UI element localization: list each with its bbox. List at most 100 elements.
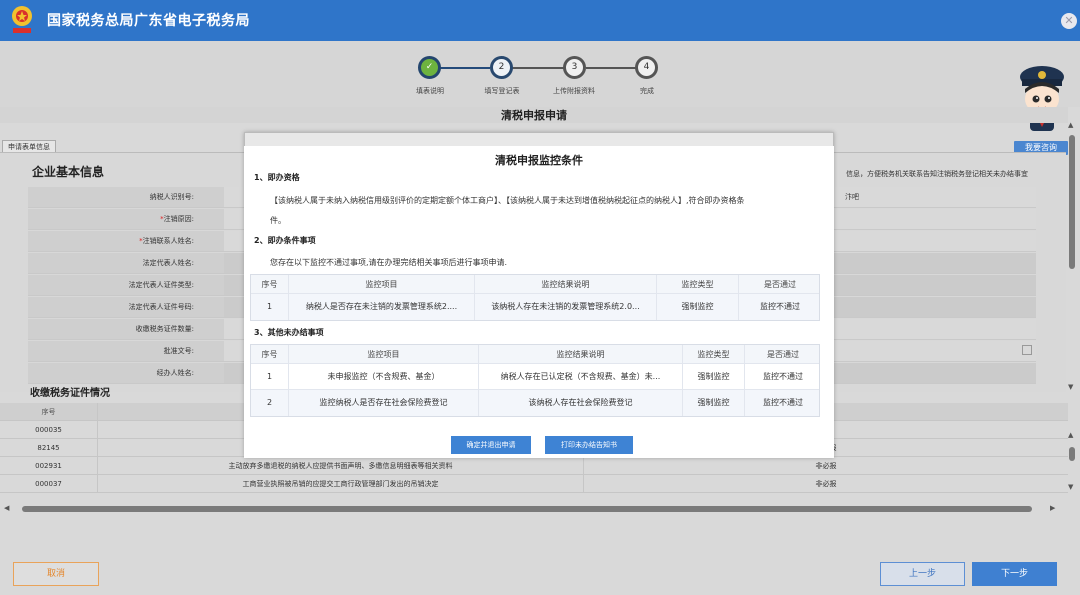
next-step-button[interactable]: 下一步 [972, 562, 1057, 586]
field-label: 法定代表人姓名: [142, 259, 194, 267]
header-cell: 序号 [0, 403, 98, 421]
step-1-check-icon: ✓ [418, 56, 441, 79]
monitor-conditions-dialog: 清税申报监控条件 1、即办资格 【该纳税人属于未纳入纳税信用级别评价的定期定额个… [244, 146, 834, 458]
scroll-down-icon[interactable]: ▼ [1068, 483, 1073, 491]
table-cell: 主动放弃多缴退税的纳税人应提供书面声明、多缴信息明细表等相关资料 [98, 457, 584, 475]
header-cell: 监控类型 [657, 275, 739, 293]
field-label: 法定代表人证件号码: [128, 303, 194, 311]
enterprise-section-title: 企业基本信息 [32, 165, 105, 179]
table-cell: 纳税人是否存在未注销的发票管理系统2.... [289, 294, 475, 320]
header-cell: 序号 [251, 345, 289, 363]
field-label: 收缴税务证件数量: [135, 325, 194, 333]
header-cell: 是否通过 [767, 350, 799, 359]
table-cell: 2 [251, 390, 289, 416]
table-cell: 未申报监控（不含规费、基金） [289, 364, 479, 389]
step-4-label: 完成 [640, 87, 654, 95]
table-row[interactable]: 002931 主动放弃多缴退税的纳税人应提供书面声明、多缴信息明细表等相关资料 … [0, 457, 1068, 475]
top-header: 国家税务总局广东省电子税务局 ✕ [0, 0, 1080, 41]
field-label: 注销联系人姓名: [142, 237, 194, 245]
field-value-text: 汴吧 [845, 193, 859, 201]
step-indicator: ✓ 2 3 4 填表说明 填写登记表 上传附报资料 完成 [0, 41, 1080, 107]
header-cell: 监控项目 [289, 345, 479, 363]
table-cell: 强制监控 [683, 364, 745, 389]
field-label: 批准文号: [163, 347, 194, 355]
table-cell: 纳税人存在已认定税（不含规费、基金）未... [479, 364, 683, 389]
horizontal-scrollbar[interactable]: ◀ ▶ [4, 504, 1055, 513]
field-label: 纳税人识别号: [149, 193, 194, 201]
step-connector [512, 67, 564, 69]
step-1-label: 填表说明 [416, 87, 444, 95]
step-4-circle: 4 [635, 56, 658, 79]
table-cell: 82145 [0, 439, 98, 457]
step-2-label: 填写登记表 [484, 87, 520, 95]
table-cell: 该纳税人存在未注销的发票管理系统2.0... [475, 294, 657, 320]
section-3-title: 3、其他未办结事项 [254, 328, 324, 337]
header-cell: 监控项目 [289, 275, 475, 293]
section-1-text: 【该纳税人属于未纳入纳税信用级别评价的定期定额个体工商户】、【该纳税人属于未达到… [270, 196, 745, 205]
vertical-scrollbar-form[interactable]: ▲ ▼ [1068, 121, 1076, 391]
scroll-right-icon[interactable]: ▶ [1050, 504, 1055, 512]
prev-step-button[interactable]: 上一步 [880, 562, 965, 586]
scrollbar-thumb[interactable] [1069, 135, 1075, 269]
table-cell: 强制监控 [683, 390, 745, 416]
scroll-up-icon[interactable]: ▲ [1068, 121, 1073, 129]
step-3-label: 上传附报资料 [553, 87, 595, 95]
step-2-circle: 2 [490, 56, 513, 79]
table-row[interactable]: 1 未申报监控（不含规费、基金） 纳税人存在已认定税（不含规费、基金）未... … [251, 364, 819, 390]
modal-header-strip [245, 133, 833, 147]
tax-emblem-icon [12, 6, 32, 33]
header-cell: 监控结果说明 [479, 345, 683, 363]
table-cell: 000037 [0, 475, 98, 493]
table-cell: 非必报 [815, 462, 837, 470]
brand-title: 国家税务总局广东省电子税务局 [47, 13, 250, 29]
field-label: 经办人姓名: [156, 369, 194, 377]
field-label: 注销原因: [163, 215, 194, 223]
cert-section-title: 收缴税务证件情况 [30, 388, 110, 399]
step-connector [586, 67, 636, 69]
close-icon[interactable]: ✕ [1061, 13, 1077, 29]
scrollbar-thumb[interactable] [1069, 447, 1075, 461]
scroll-left-icon[interactable]: ◀ [4, 504, 9, 512]
table-header-row: 序号 监控项目 监控结果说明 监控类型 是否通过 [251, 275, 819, 294]
header-cell: 序号 [251, 275, 289, 293]
step-3-circle: 3 [563, 56, 586, 79]
print-notice-button[interactable]: 打印未办结告知书 [545, 436, 633, 454]
calendar-icon[interactable] [1022, 345, 1032, 355]
contact-note: 信息，方便税务机关联系告知注销税务登记相关未办结事宜 [846, 170, 1028, 178]
header-cell: 监控类型 [683, 345, 745, 363]
table-cell: 1 [251, 294, 289, 320]
table-cell: 监控不通过 [760, 302, 800, 311]
step-connector [440, 67, 490, 69]
table-row[interactable]: 1 纳税人是否存在未注销的发票管理系统2.... 该纳税人存在未注销的发票管理系… [251, 294, 819, 320]
header-cell: 是否通过 [764, 280, 796, 289]
pending-items-table: 序号 监控项目 监控结果说明 监控类型 是否通过 1 纳税人是否存在未注销的发票… [250, 274, 820, 321]
table-cell: 非必报 [815, 480, 837, 488]
scroll-up-icon[interactable]: ▲ [1068, 431, 1073, 439]
field-label: 法定代表人证件类型: [128, 281, 194, 289]
cancel-button[interactable]: 取消 [13, 562, 99, 586]
section-2-text: 您存在以下监控不通过事项,请在办理完结相关事项后进行事项申请. [270, 258, 508, 267]
table-header-row: 序号 监控项目 监控结果说明 监控类型 是否通过 [251, 345, 819, 364]
section-2-title: 2、即办条件事项 [254, 236, 316, 245]
header-cell: 监控结果说明 [475, 275, 657, 293]
tax-officer-mascot-icon[interactable] [1014, 61, 1070, 135]
other-pending-table: 序号 监控项目 监控结果说明 监控类型 是否通过 1 未申报监控（不含规费、基金… [250, 344, 820, 417]
vertical-scrollbar-table[interactable]: ▲ ▼ [1068, 431, 1076, 495]
table-cell: 工商营业执照被吊销的应提交工商行政管理部门发出的吊销决定 [98, 475, 584, 493]
table-cell: 1 [251, 364, 289, 389]
footer-bar: 取消 上一步 下一步 [0, 548, 1080, 595]
table-cell: 监控纳税人是否存在社会保险费登记 [289, 390, 479, 416]
section-1-title: 1、即办资格 [254, 173, 300, 182]
section-1-text-cont: 件。 [270, 216, 286, 225]
table-row[interactable]: 2 监控纳税人是否存在社会保险费登记 该纳税人存在社会保险费登记 强制监控 监控… [251, 390, 819, 416]
table-cell: 监控不通过 [763, 372, 803, 381]
table-cell: 000035 [0, 421, 98, 439]
table-cell: 监控不通过 [763, 398, 803, 407]
dialog-title: 清税申报监控条件 [495, 154, 583, 167]
table-row[interactable]: 000037 工商营业执照被吊销的应提交工商行政管理部门发出的吊销决定 非必报 [0, 475, 1068, 493]
confirm-exit-button[interactable]: 确定并退出申请 [451, 436, 531, 454]
scroll-down-icon[interactable]: ▼ [1068, 383, 1073, 391]
page-title: 清税申报申请 [0, 107, 1068, 123]
scrollbar-thumb[interactable] [22, 506, 1032, 512]
table-cell: 强制监控 [657, 294, 739, 320]
